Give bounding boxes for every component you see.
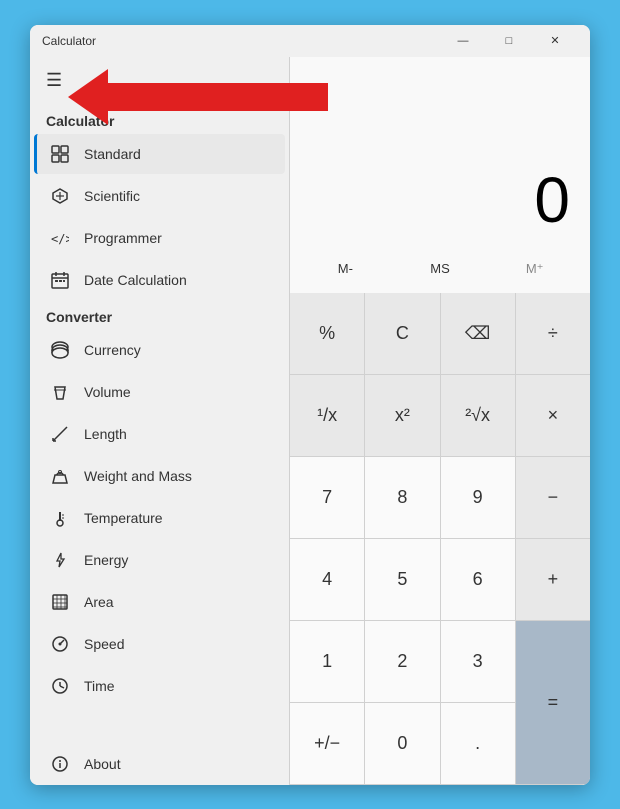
section-converter-title: Converter	[30, 301, 289, 329]
about-icon	[50, 754, 70, 774]
nine-button[interactable]: 9	[441, 457, 515, 538]
speed-label: Speed	[84, 636, 124, 652]
area-label: Area	[84, 594, 114, 610]
calculator-window: Calculator — □ ✕ ☰ Calculator	[30, 25, 590, 785]
sidebar-item-length[interactable]: Length	[34, 414, 285, 454]
memory-store-button[interactable]: MS	[393, 249, 488, 289]
sidebar-item-area[interactable]: Area	[34, 582, 285, 622]
weight-icon	[50, 466, 70, 486]
sidebar-item-volume[interactable]: Volume	[34, 372, 285, 412]
length-icon	[50, 424, 70, 444]
sidebar-item-temperature[interactable]: Temperature	[34, 498, 285, 538]
sidebar-item-currency[interactable]: Currency	[34, 330, 285, 370]
display-area: 0	[290, 57, 590, 245]
close-button[interactable]: ✕	[532, 25, 578, 57]
sidebar-item-speed[interactable]: Speed	[34, 624, 285, 664]
currency-icon	[50, 340, 70, 360]
area-icon	[50, 592, 70, 612]
equals-button[interactable]: =	[516, 621, 590, 784]
sidebar: ☰ Calculator Standard	[30, 57, 290, 785]
two-button[interactable]: 2	[365, 621, 439, 702]
programmer-icon: </>	[50, 228, 70, 248]
energy-icon	[50, 550, 70, 570]
volume-label: Volume	[84, 384, 131, 400]
memory-row: M- MS M⁺	[290, 245, 590, 293]
scientific-label: Scientific	[84, 188, 140, 204]
eight-button[interactable]: 8	[365, 457, 439, 538]
calc-grid: % C ⌫ ¹/x x² ²√x ÷ 7 8 9 × 4 5 6	[290, 293, 590, 785]
programmer-label: Programmer	[84, 230, 162, 246]
time-label: Time	[84, 678, 115, 694]
main-area: ☰ Calculator Standard	[30, 57, 590, 785]
length-label: Length	[84, 426, 127, 442]
backspace-button[interactable]: ⌫	[441, 293, 515, 374]
decimal-button[interactable]: .	[441, 703, 515, 784]
square-button[interactable]: x²	[365, 375, 439, 456]
scientific-icon	[50, 186, 70, 206]
sidebar-item-about[interactable]: About	[34, 744, 285, 784]
sidebar-item-energy[interactable]: Energy	[34, 540, 285, 580]
hamburger-button[interactable]: ☰	[42, 66, 66, 95]
energy-label: Energy	[84, 552, 128, 568]
percent-button[interactable]: %	[290, 293, 364, 374]
sidebar-header: ☰	[30, 57, 289, 105]
sidebar-item-time[interactable]: Time	[34, 666, 285, 706]
memory-minus-button[interactable]: M-	[298, 249, 393, 289]
divide-button[interactable]: ÷	[516, 293, 590, 374]
sidebar-item-scientific[interactable]: Scientific	[34, 176, 285, 216]
volume-icon	[50, 382, 70, 402]
zero-button[interactable]: 0	[365, 703, 439, 784]
standard-icon	[50, 144, 70, 164]
temperature-label: Temperature	[84, 510, 163, 526]
five-button[interactable]: 5	[365, 539, 439, 620]
negate-button[interactable]: +/−	[290, 703, 364, 784]
window-controls: — □ ✕	[440, 25, 578, 57]
six-button[interactable]: 6	[441, 539, 515, 620]
sidebar-item-standard[interactable]: Standard	[34, 134, 285, 174]
date-icon	[50, 270, 70, 290]
maximize-button[interactable]: □	[486, 25, 532, 57]
about-label: About	[84, 756, 121, 772]
subtract-button[interactable]: −	[516, 457, 590, 538]
date-label: Date Calculation	[84, 272, 187, 288]
time-icon	[50, 676, 70, 696]
window-title: Calculator	[42, 34, 96, 48]
sidebar-item-date[interactable]: Date Calculation	[34, 260, 285, 300]
one-button[interactable]: 1	[290, 621, 364, 702]
currency-label: Currency	[84, 342, 141, 358]
three-button[interactable]: 3	[441, 621, 515, 702]
sidebar-item-weight[interactable]: Weight and Mass	[34, 456, 285, 496]
sidebar-item-programmer[interactable]: </> Programmer	[34, 218, 285, 258]
clear-button[interactable]: C	[365, 293, 439, 374]
standard-label: Standard	[84, 146, 141, 162]
memory-plus-button[interactable]: M⁺	[487, 249, 582, 289]
temperature-icon	[50, 508, 70, 528]
multiply-button[interactable]: ×	[516, 375, 590, 456]
reciprocal-button[interactable]: ¹/x	[290, 375, 364, 456]
titlebar: Calculator — □ ✕	[30, 25, 590, 57]
display-value: 0	[534, 163, 570, 237]
section-calculator-title: Calculator	[30, 105, 289, 133]
add-button[interactable]: +	[516, 539, 590, 620]
speed-icon	[50, 634, 70, 654]
minimize-button[interactable]: —	[440, 25, 486, 57]
sqrt-button[interactable]: ²√x	[441, 375, 515, 456]
seven-button[interactable]: 7	[290, 457, 364, 538]
four-button[interactable]: 4	[290, 539, 364, 620]
weight-label: Weight and Mass	[84, 468, 192, 484]
svg-text:</>: </>	[51, 232, 69, 245]
content-area: 0 M- MS M⁺ % C ⌫ ¹/x	[290, 57, 590, 785]
